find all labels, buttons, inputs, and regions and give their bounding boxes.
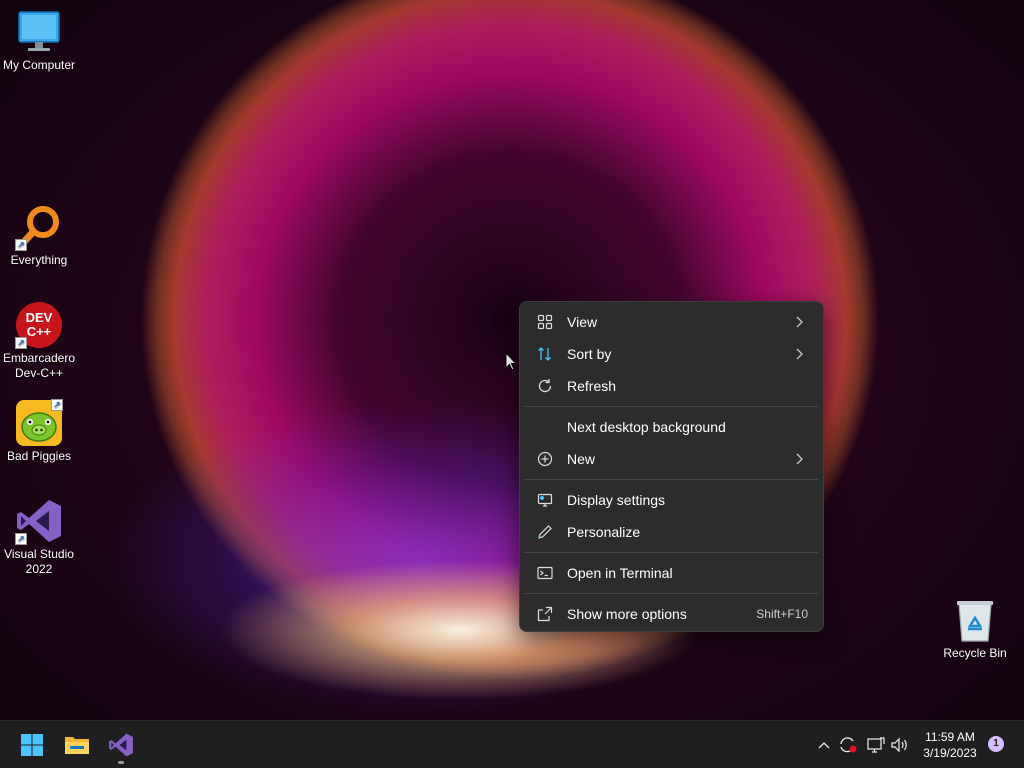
menu-separator	[525, 406, 818, 407]
menu-item-view[interactable]: View	[525, 307, 818, 337]
menu-item-label: Sort by	[567, 346, 612, 362]
menu-item-label: Open in Terminal	[567, 565, 673, 581]
menu-item-label: Personalize	[567, 524, 641, 540]
magnifier-icon: ↗	[15, 203, 63, 251]
grid-icon	[535, 312, 555, 332]
desktop-icon-recycle-bin[interactable]: Recycle Bin	[936, 596, 1014, 661]
tray-network-button[interactable]	[865, 733, 887, 757]
mouse-cursor-icon	[505, 352, 518, 371]
shortcut-arrow-icon: ↗	[15, 533, 27, 545]
menu-item-label: Next desktop background	[567, 419, 726, 435]
desktop-icon-visual-studio[interactable]: ↗ Visual Studio 2022	[0, 497, 78, 577]
sort-icon	[535, 344, 555, 364]
network-icon	[867, 737, 885, 753]
menu-item-label: Show more options	[567, 606, 687, 622]
keyboard-shortcut-label: Shift+F10	[756, 607, 808, 621]
menu-separator	[525, 552, 818, 553]
tray-volume-button[interactable]	[889, 733, 911, 757]
notification-badge[interactable]: 1	[988, 736, 1004, 752]
shortcut-arrow-icon: ↗	[15, 337, 27, 349]
devcpp-icon: DEV C++ ↗	[15, 301, 63, 349]
desktop-icon-everything[interactable]: ↗ Everything	[0, 203, 78, 268]
volume-icon	[891, 737, 907, 753]
menu-item-label: Display settings	[567, 492, 666, 508]
taskbar-clock[interactable]: 11:59 AM 3/19/2023	[916, 729, 984, 761]
visual-studio-icon: ↗	[15, 497, 63, 545]
menu-item-refresh[interactable]: Refresh	[525, 371, 818, 401]
chevron-right-icon	[792, 348, 806, 360]
share-icon	[535, 604, 555, 624]
bad-piggies-icon: ↗	[15, 399, 63, 447]
menu-item-next-desktop-background[interactable]: Next desktop background	[525, 412, 818, 442]
desktop-icon-label: Visual Studio 2022	[4, 547, 74, 576]
visual-studio-icon	[109, 733, 133, 757]
devcpp-logo-text: DEV C++	[25, 310, 53, 339]
recycle-bin-icon	[951, 596, 999, 644]
shortcut-arrow-icon: ↗	[15, 239, 27, 251]
desktop-icon-label: Everything	[10, 253, 68, 267]
sync-icon	[840, 737, 857, 753]
chevron-up-icon	[818, 742, 830, 749]
plus-circle-icon	[535, 449, 555, 469]
refresh-icon	[535, 376, 555, 396]
desktop-icon-devcpp[interactable]: DEV C++ ↗ Embarcadero Dev-C++	[0, 301, 78, 381]
desktop-icon-label: Embarcadero Dev-C++	[2, 351, 76, 380]
display-icon	[535, 490, 555, 510]
menu-item-open-in-terminal[interactable]: Open in Terminal	[525, 558, 818, 588]
taskbar-visual-studio-button[interactable]	[101, 725, 141, 765]
menu-item-label: View	[567, 314, 598, 330]
desktop-icon-my-computer[interactable]: My Computer	[0, 8, 78, 73]
taskbar-file-explorer-button[interactable]	[57, 725, 97, 765]
start-button[interactable]	[12, 725, 52, 765]
tray-sync-button[interactable]	[837, 733, 859, 757]
menu-item-show-more-options[interactable]: Show more options Shift+F10	[525, 599, 818, 629]
tray-overflow-button[interactable]	[813, 733, 835, 757]
shortcut-arrow-icon: ↗	[51, 399, 63, 411]
clock-date: 3/19/2023	[923, 746, 977, 760]
menu-separator	[525, 593, 818, 594]
menu-item-display-settings[interactable]: Display settings	[525, 485, 818, 515]
pencil-icon	[535, 522, 555, 542]
terminal-icon	[535, 563, 555, 583]
desktop-icon-bad-piggies[interactable]: ↗ Bad Piggies	[0, 399, 78, 464]
menu-item-label: Refresh	[567, 378, 617, 394]
desktop-icon-label: Bad Piggies	[6, 449, 72, 463]
menu-item-label: New	[567, 451, 596, 467]
desktop-icon-label: Recycle Bin	[943, 646, 1007, 660]
chevron-right-icon	[792, 453, 806, 465]
menu-item-personalize[interactable]: Personalize	[525, 517, 818, 547]
taskbar: 11:59 AM 3/19/2023	[0, 720, 1024, 768]
file-explorer-icon	[65, 737, 89, 754]
chevron-right-icon	[792, 316, 806, 328]
menu-item-new[interactable]: New	[525, 444, 818, 474]
running-indicator	[118, 761, 124, 764]
desktop-context-menu: View Sort by Refresh Next desktop backgr…	[519, 301, 824, 632]
monitor-icon	[15, 8, 63, 56]
menu-item-sort-by[interactable]: Sort by	[525, 339, 818, 369]
menu-separator	[525, 479, 818, 480]
desktop-icon-label: My Computer	[2, 58, 76, 72]
clock-time: 11:59 AM	[925, 730, 975, 744]
windows-start-icon	[21, 734, 43, 756]
